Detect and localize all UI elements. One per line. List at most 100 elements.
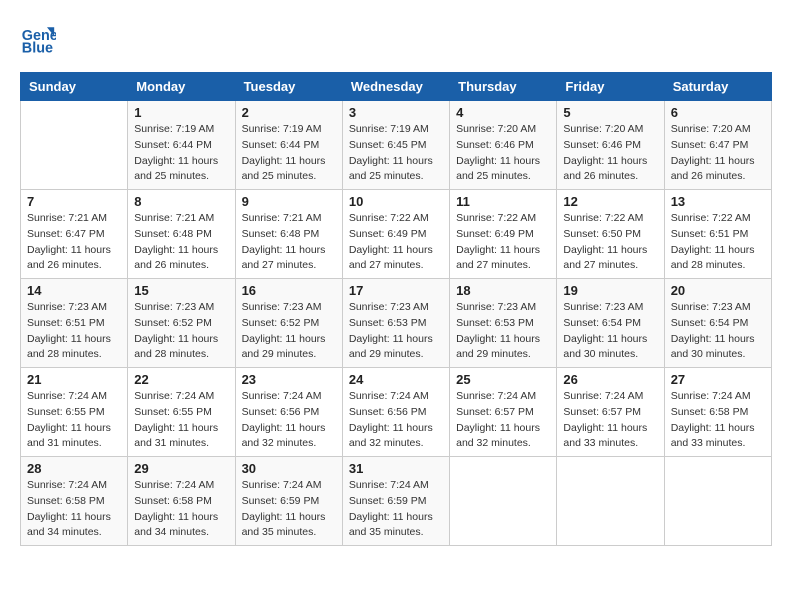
day-cell: 9 Sunrise: 7:21 AMSunset: 6:48 PMDaylight… <box>235 190 342 279</box>
day-number: 4 <box>456 105 550 120</box>
day-detail: Sunrise: 7:24 AMSunset: 6:58 PMDaylight:… <box>671 389 765 452</box>
day-detail: Sunrise: 7:19 AMSunset: 6:45 PMDaylight:… <box>349 122 443 185</box>
day-number: 24 <box>349 372 443 387</box>
day-number: 12 <box>563 194 657 209</box>
day-number: 3 <box>349 105 443 120</box>
day-detail: Sunrise: 7:23 AMSunset: 6:52 PMDaylight:… <box>134 300 228 363</box>
day-cell: 28Sunrise: 7:24 AMSunset: 6:58 PMDayligh… <box>21 457 128 546</box>
day-detail: Sunrise: 7:24 AMSunset: 6:59 PMDaylight:… <box>242 478 336 541</box>
day-detail: Sunrise: 7:23 AMSunset: 6:54 PMDaylight:… <box>563 300 657 363</box>
logo-icon: General Blue <box>20 20 56 56</box>
day-number: 22 <box>134 372 228 387</box>
day-cell: 30 Sunrise: 7:24 AMSunset: 6:59 PMDayligh… <box>235 457 342 546</box>
day-detail: Sunrise: 7:22 AMSunset: 6:51 PMDaylight:… <box>671 211 765 274</box>
day-number: 14 <box>27 283 121 298</box>
day-cell: 7Sunrise: 7:21 AMSunset: 6:47 PMDaylight… <box>21 190 128 279</box>
day-cell: 13 Sunrise: 7:22 AMSunset: 6:51 PMDayligh… <box>664 190 771 279</box>
day-detail: Sunrise: 7:20 AMSunset: 6:46 PMDaylight:… <box>563 122 657 185</box>
page-header: General Blue <box>20 20 772 56</box>
day-cell: 18 Sunrise: 7:23 AMSunset: 6:53 PMDayligh… <box>450 279 557 368</box>
day-detail: Sunrise: 7:24 AMSunset: 6:57 PMDaylight:… <box>456 389 550 452</box>
day-cell: 3 Sunrise: 7:19 AMSunset: 6:45 PMDaylight… <box>342 101 449 190</box>
week-row-1: 7Sunrise: 7:21 AMSunset: 6:47 PMDaylight… <box>21 190 772 279</box>
day-cell: 14Sunrise: 7:23 AMSunset: 6:51 PMDayligh… <box>21 279 128 368</box>
col-header-tuesday: Tuesday <box>235 73 342 101</box>
day-cell: 6 Sunrise: 7:20 AMSunset: 6:47 PMDaylight… <box>664 101 771 190</box>
day-cell: 22 Sunrise: 7:24 AMSunset: 6:55 PMDayligh… <box>128 368 235 457</box>
day-cell: 11 Sunrise: 7:22 AMSunset: 6:49 PMDayligh… <box>450 190 557 279</box>
day-cell: 17 Sunrise: 7:23 AMSunset: 6:53 PMDayligh… <box>342 279 449 368</box>
day-cell: 1 Sunrise: 7:19 AMSunset: 6:44 PMDaylight… <box>128 101 235 190</box>
day-detail: Sunrise: 7:22 AMSunset: 6:50 PMDaylight:… <box>563 211 657 274</box>
day-number: 30 <box>242 461 336 476</box>
day-detail: Sunrise: 7:21 AMSunset: 6:48 PMDaylight:… <box>242 211 336 274</box>
day-detail: Sunrise: 7:20 AMSunset: 6:46 PMDaylight:… <box>456 122 550 185</box>
col-header-monday: Monday <box>128 73 235 101</box>
day-cell: 25Sunrise: 7:24 AMSunset: 6:57 PMDayligh… <box>450 368 557 457</box>
col-header-wednesday: Wednesday <box>342 73 449 101</box>
day-cell <box>450 457 557 546</box>
day-detail: Sunrise: 7:24 AMSunset: 6:58 PMDaylight:… <box>134 478 228 541</box>
day-detail: Sunrise: 7:22 AMSunset: 6:49 PMDaylight:… <box>349 211 443 274</box>
week-row-0: 1 Sunrise: 7:19 AMSunset: 6:44 PMDaylight… <box>21 101 772 190</box>
day-detail: Sunrise: 7:24 AMSunset: 6:55 PMDaylight:… <box>134 389 228 452</box>
day-number: 16 <box>242 283 336 298</box>
calendar-header-row: SundayMondayTuesdayWednesdayThursdayFrid… <box>21 73 772 101</box>
day-detail: Sunrise: 7:20 AMSunset: 6:47 PMDaylight:… <box>671 122 765 185</box>
day-cell: 2Sunrise: 7:19 AMSunset: 6:44 PMDaylight… <box>235 101 342 190</box>
day-cell: 19Sunrise: 7:23 AMSunset: 6:54 PMDayligh… <box>557 279 664 368</box>
day-detail: Sunrise: 7:22 AMSunset: 6:49 PMDaylight:… <box>456 211 550 274</box>
calendar-table: SundayMondayTuesdayWednesdayThursdayFrid… <box>20 72 772 546</box>
day-number: 7 <box>27 194 121 209</box>
day-detail: Sunrise: 7:24 AMSunset: 6:56 PMDaylight:… <box>349 389 443 452</box>
day-number: 2 <box>242 105 336 120</box>
day-cell: 31 Sunrise: 7:24 AMSunset: 6:59 PMDayligh… <box>342 457 449 546</box>
day-detail: Sunrise: 7:19 AMSunset: 6:44 PMDaylight:… <box>134 122 228 185</box>
day-cell: 26Sunrise: 7:24 AMSunset: 6:57 PMDayligh… <box>557 368 664 457</box>
day-cell: 12 Sunrise: 7:22 AMSunset: 6:50 PMDayligh… <box>557 190 664 279</box>
day-number: 1 <box>134 105 228 120</box>
day-number: 23 <box>242 372 336 387</box>
week-row-4: 28Sunrise: 7:24 AMSunset: 6:58 PMDayligh… <box>21 457 772 546</box>
day-number: 26 <box>563 372 657 387</box>
day-number: 20 <box>671 283 765 298</box>
day-number: 17 <box>349 283 443 298</box>
day-cell: 20 Sunrise: 7:23 AMSunset: 6:54 PMDayligh… <box>664 279 771 368</box>
day-detail: Sunrise: 7:23 AMSunset: 6:54 PMDaylight:… <box>671 300 765 363</box>
day-cell: 4 Sunrise: 7:20 AMSunset: 6:46 PMDaylight… <box>450 101 557 190</box>
week-row-2: 14Sunrise: 7:23 AMSunset: 6:51 PMDayligh… <box>21 279 772 368</box>
day-detail: Sunrise: 7:23 AMSunset: 6:53 PMDaylight:… <box>349 300 443 363</box>
day-detail: Sunrise: 7:23 AMSunset: 6:52 PMDaylight:… <box>242 300 336 363</box>
day-cell: 5Sunrise: 7:20 AMSunset: 6:46 PMDaylight… <box>557 101 664 190</box>
day-cell: 29 Sunrise: 7:24 AMSunset: 6:58 PMDayligh… <box>128 457 235 546</box>
day-cell: 10 Sunrise: 7:22 AMSunset: 6:49 PMDayligh… <box>342 190 449 279</box>
col-header-sunday: Sunday <box>21 73 128 101</box>
col-header-saturday: Saturday <box>664 73 771 101</box>
day-number: 6 <box>671 105 765 120</box>
day-number: 9 <box>242 194 336 209</box>
day-number: 21 <box>27 372 121 387</box>
day-number: 13 <box>671 194 765 209</box>
day-cell: 16 Sunrise: 7:23 AMSunset: 6:52 PMDayligh… <box>235 279 342 368</box>
calendar-body: 1 Sunrise: 7:19 AMSunset: 6:44 PMDaylight… <box>21 101 772 546</box>
day-number: 8 <box>134 194 228 209</box>
day-cell: 8 Sunrise: 7:21 AMSunset: 6:48 PMDaylight… <box>128 190 235 279</box>
day-number: 11 <box>456 194 550 209</box>
day-number: 10 <box>349 194 443 209</box>
day-detail: Sunrise: 7:23 AMSunset: 6:53 PMDaylight:… <box>456 300 550 363</box>
day-number: 31 <box>349 461 443 476</box>
day-detail: Sunrise: 7:21 AMSunset: 6:48 PMDaylight:… <box>134 211 228 274</box>
day-cell <box>664 457 771 546</box>
day-number: 29 <box>134 461 228 476</box>
col-header-friday: Friday <box>557 73 664 101</box>
week-row-3: 21 Sunrise: 7:24 AMSunset: 6:55 PMDayligh… <box>21 368 772 457</box>
day-number: 18 <box>456 283 550 298</box>
col-header-thursday: Thursday <box>450 73 557 101</box>
day-cell: 27 Sunrise: 7:24 AMSunset: 6:58 PMDayligh… <box>664 368 771 457</box>
day-cell: 21Sunrise: 7:24 AMSunset: 6:55 PMDayligh… <box>21 368 128 457</box>
day-detail: Sunrise: 7:24 AMSunset: 6:59 PMDaylight:… <box>349 478 443 541</box>
svg-text:Blue: Blue <box>22 40 53 56</box>
day-number: 15 <box>134 283 228 298</box>
day-number: 27 <box>671 372 765 387</box>
day-cell <box>21 101 128 190</box>
